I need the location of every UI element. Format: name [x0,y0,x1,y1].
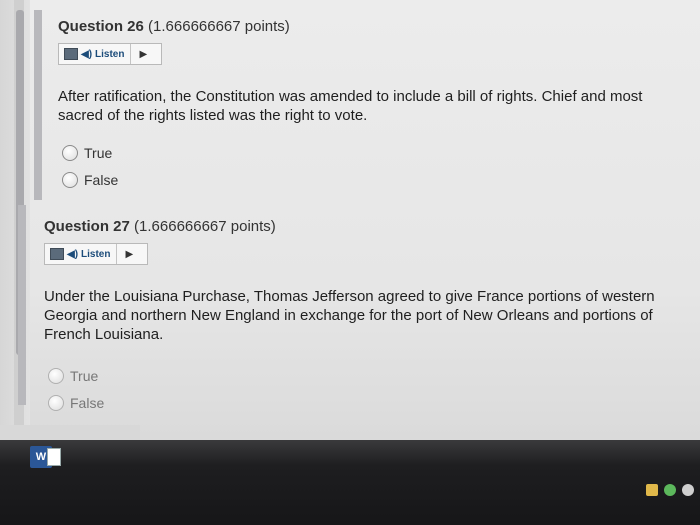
play-icon[interactable]: ▶ [139,49,147,60]
question-text: Under the Louisiana Purchase, Thomas Jef… [44,288,655,343]
radio-button[interactable] [62,171,78,188]
document-icon[interactable] [64,48,78,60]
question-27-marker [18,205,26,405]
question-title: Question 26 (1.666666667 points) [58,18,668,35]
option-true[interactable]: True [62,139,668,166]
screen: Question 26 (1.666666667 points) ◀) List… [0,0,700,525]
listen-label: Listen [81,248,111,260]
question-points: (1.666666667 points) [148,18,290,35]
question-27: Question 27 (1.666666667 points) ◀) List… [44,218,674,416]
answer-options: True False [48,362,674,416]
question-number: Question 27 [44,218,130,235]
radio-button[interactable] [48,367,64,384]
listen-toolbar: ◀) Listen ▶ [44,243,148,265]
play-icon[interactable]: ▶ [125,249,133,260]
question-26-marker [34,10,42,200]
radio-button[interactable] [62,144,78,161]
question-title: Question 27 (1.666666667 points) [44,218,674,235]
option-label: False [84,171,119,188]
option-true[interactable]: True [48,362,674,389]
listen-toolbar: ◀) Listen ▶ [58,43,162,65]
answer-options: True False [62,139,668,193]
question-number: Question 26 [58,18,144,35]
question-points: (1.666666667 points) [134,218,276,235]
question-text: After ratification, the Constitution was… [58,88,643,124]
lock-icon[interactable] [646,484,658,496]
question-26: Question 26 (1.666666667 points) ◀) List… [58,18,668,193]
listen-label: Listen [95,48,125,60]
option-false[interactable]: False [62,166,668,193]
system-tray [646,484,694,496]
network-icon[interactable] [682,484,694,496]
speaker-icon: ◀) [67,248,79,260]
option-label: False [70,394,105,411]
radio-button[interactable] [48,394,64,411]
document-icon[interactable] [50,248,64,260]
shield-icon[interactable] [664,484,676,496]
word-document-page-icon [47,448,61,466]
listen-button[interactable]: ◀) Listen [81,44,132,64]
option-label: True [70,367,99,384]
listen-button[interactable]: ◀) Listen [67,244,118,264]
option-label: True [84,144,113,161]
taskbar [0,440,700,525]
option-false[interactable]: False [48,389,674,416]
speaker-icon: ◀) [81,48,93,60]
